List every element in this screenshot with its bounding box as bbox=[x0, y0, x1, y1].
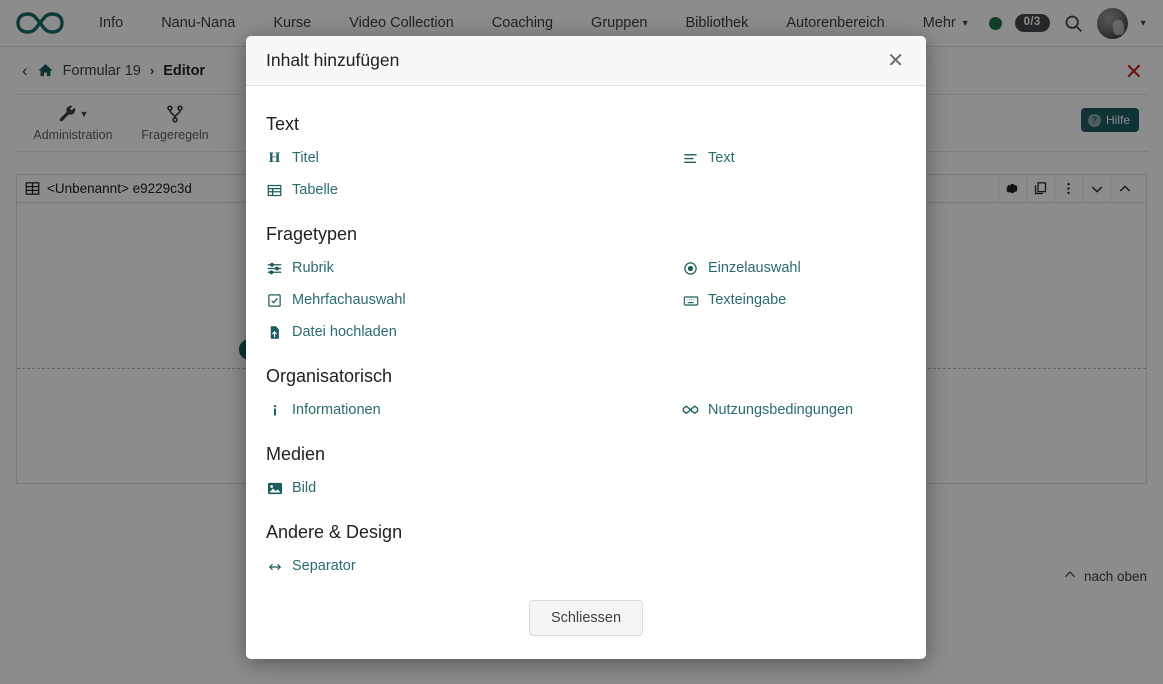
checkbox-icon bbox=[266, 292, 283, 309]
add-item-informationen[interactable]: Informationen bbox=[266, 399, 586, 422]
add-item-bild-label: Bild bbox=[292, 481, 316, 497]
section-andere-design: Andere & Design Separator bbox=[266, 522, 906, 578]
text-lines-icon bbox=[682, 150, 699, 167]
section-text: Text H Titel Text bbox=[266, 114, 906, 202]
schliessen-button[interactable]: Schliessen bbox=[529, 600, 643, 636]
add-item-rubrik[interactable]: Rubrik bbox=[266, 257, 586, 280]
info-icon bbox=[266, 402, 283, 419]
add-item-mehrfachauswahl-label: Mehrfachauswahl bbox=[292, 293, 406, 309]
add-item-rubrik-label: Rubrik bbox=[292, 261, 334, 277]
add-item-texteingabe[interactable]: Texteingabe bbox=[586, 289, 906, 312]
add-item-separator-label: Separator bbox=[292, 559, 356, 575]
add-item-nutzungsbedingungen-label: Nutzungsbedingungen bbox=[708, 403, 853, 419]
add-item-tabelle-label: Tabelle bbox=[292, 183, 338, 199]
add-item-separator[interactable]: Separator bbox=[266, 555, 586, 578]
app-root: Info Nanu-Nana Kurse Video Collection Co… bbox=[0, 0, 1163, 684]
add-item-einzelauswahl[interactable]: Einzelauswahl bbox=[586, 257, 906, 280]
close-icon[interactable]: ✕ bbox=[885, 47, 906, 75]
section-text-grid: H Titel Text bbox=[266, 147, 906, 202]
arrows-horizontal-icon bbox=[266, 558, 283, 575]
file-upload-icon bbox=[266, 324, 283, 341]
section-title-medien: Medien bbox=[266, 444, 906, 465]
add-item-datei-hochladen-label: Datei hochladen bbox=[292, 325, 397, 341]
add-content-modal: Inhalt hinzufügen ✕ Text H Titel bbox=[246, 36, 926, 659]
radio-button-icon bbox=[682, 260, 699, 277]
add-item-mehrfachauswahl[interactable]: Mehrfachauswahl bbox=[266, 289, 586, 312]
add-item-einzelauswahl-label: Einzelauswahl bbox=[708, 261, 801, 277]
add-item-bild[interactable]: Bild bbox=[266, 477, 586, 500]
add-item-titel-label: Titel bbox=[292, 151, 319, 167]
modal-footer: Schliessen bbox=[266, 582, 906, 636]
modal-header: Inhalt hinzufügen ✕ bbox=[246, 36, 926, 86]
heading-icon: H bbox=[266, 150, 283, 167]
section-title-text: Text bbox=[266, 114, 906, 135]
image-icon bbox=[266, 480, 283, 497]
add-item-text-label: Text bbox=[708, 151, 735, 167]
section-fragetypen: Fragetypen Rubrik bbox=[266, 224, 906, 344]
add-item-informationen-label: Informationen bbox=[292, 403, 381, 419]
section-medien-grid: Bild bbox=[266, 477, 906, 500]
add-item-datei-hochladen[interactable]: Datei hochladen bbox=[266, 321, 586, 344]
section-title-organisatorisch: Organisatorisch bbox=[266, 366, 906, 387]
section-organisatorisch: Organisatorisch Informationen bbox=[266, 366, 906, 422]
add-item-nutzungsbedingungen[interactable]: Nutzungsbedingungen bbox=[586, 399, 906, 422]
modal-body: Text H Titel Text bbox=[246, 86, 926, 659]
add-item-tabelle[interactable]: Tabelle bbox=[266, 179, 586, 202]
handshake-icon bbox=[682, 402, 699, 419]
section-andere-design-grid: Separator bbox=[266, 555, 906, 578]
section-title-fragetypen: Fragetypen bbox=[266, 224, 906, 245]
section-fragetypen-grid: Rubrik Einzelauswahl bbox=[266, 257, 906, 344]
add-item-titel[interactable]: H Titel bbox=[266, 147, 586, 170]
add-item-text[interactable]: Text bbox=[586, 147, 906, 170]
modal-title: Inhalt hinzufügen bbox=[266, 50, 399, 71]
add-item-texteingabe-label: Texteingabe bbox=[708, 293, 786, 309]
sliders-icon bbox=[266, 260, 283, 277]
table-icon bbox=[266, 182, 283, 199]
section-medien: Medien Bild bbox=[266, 444, 906, 500]
section-organisatorisch-grid: Informationen Nutzungsbedingungen bbox=[266, 399, 906, 422]
section-title-andere-design: Andere & Design bbox=[266, 522, 906, 543]
keyboard-icon bbox=[682, 292, 699, 309]
